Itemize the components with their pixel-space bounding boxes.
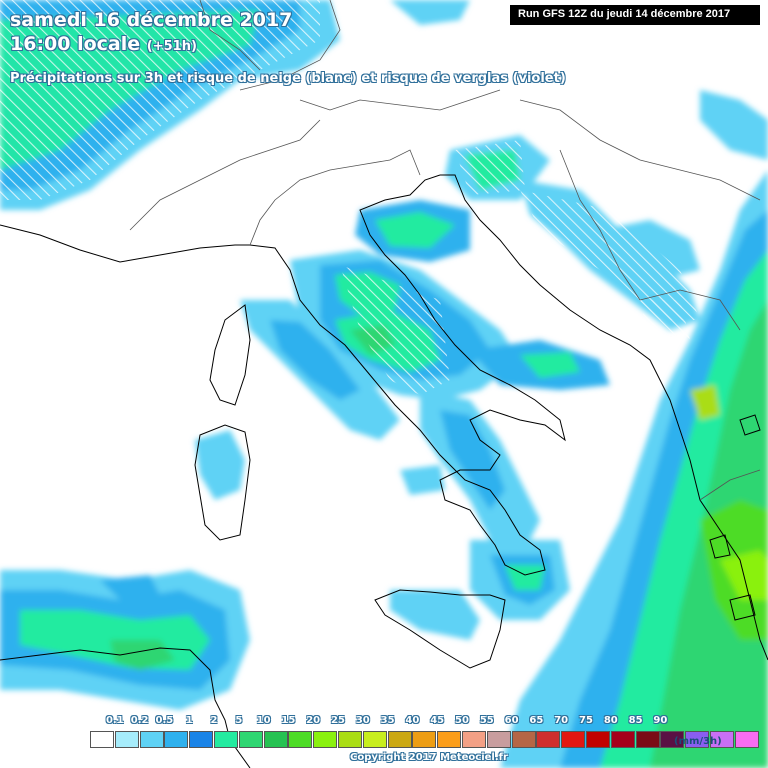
legend-tick-label: 30 bbox=[355, 715, 370, 726]
legend-swatch bbox=[189, 731, 214, 748]
legend-swatch bbox=[114, 731, 139, 748]
legend-swatch bbox=[734, 731, 759, 748]
legend-swatch bbox=[238, 731, 263, 748]
legend-swatch bbox=[288, 731, 313, 748]
coastline-corsica bbox=[209, 304, 251, 406]
legend-tick-label: 25 bbox=[331, 715, 345, 726]
legend-tick-label: 70 bbox=[554, 715, 569, 726]
legend-swatch bbox=[313, 731, 338, 748]
map-subtitle: Précipitations sur 3h et risque de neige… bbox=[10, 71, 566, 86]
legend-swatch bbox=[462, 731, 486, 748]
legend-unit: (mm/3h) bbox=[674, 736, 722, 747]
legend-tick-label: 45 bbox=[430, 715, 445, 726]
legend-tick-label: 85 bbox=[628, 715, 643, 726]
precip-area-sardinia bbox=[195, 430, 245, 500]
legend-swatch bbox=[338, 731, 362, 748]
legend-swatch bbox=[635, 731, 660, 748]
legend-swatch bbox=[586, 731, 610, 748]
legend-tick-label: 20 bbox=[306, 715, 321, 726]
forecast-offset: (+51h) bbox=[146, 39, 197, 54]
precipitation-map bbox=[0, 0, 768, 768]
forecast-time-title: 16:00 locale (+51h) bbox=[10, 33, 197, 55]
legend-tick-label: 90 bbox=[653, 715, 668, 726]
legend-swatch bbox=[561, 731, 586, 748]
precipitation-legend: 0.1 0.2 0.5 1 2 5 10 15 20 25 30 35 40 45 50 55 60 65 70 75… bbox=[90, 715, 759, 755]
legend-swatch bbox=[164, 731, 189, 748]
run-info-text: Run GFS 12Z du jeudi 14 décembre 2017 bbox=[518, 8, 731, 20]
legend-tick-label: 80 bbox=[603, 715, 618, 726]
legend-swatch bbox=[511, 731, 536, 748]
legend-tick-label: 50 bbox=[455, 715, 469, 726]
legend-swatch bbox=[610, 731, 635, 748]
legend-swatch bbox=[387, 731, 412, 748]
legend-tick-label: 2 bbox=[210, 715, 218, 726]
legend-tick-label: 1 bbox=[185, 715, 193, 726]
legend-tick-label: 55 bbox=[479, 715, 494, 726]
legend-tick-label: 40 bbox=[405, 715, 420, 726]
forecast-local-time: 16:00 locale bbox=[10, 33, 141, 55]
copyright-notice: Copyright 2017 Meteociel.fr bbox=[350, 752, 508, 763]
legend-tick-label: 65 bbox=[529, 715, 544, 726]
legend-tick-label: 15 bbox=[281, 715, 296, 726]
forecast-date-title: samedi 16 décembre 2017 bbox=[10, 9, 293, 31]
legend-swatch bbox=[362, 731, 387, 748]
weather-map-view: samedi 16 décembre 2017 16:00 locale (+5… bbox=[0, 0, 768, 768]
legend-swatch bbox=[214, 731, 238, 748]
legend-tick-label: 5 bbox=[235, 715, 243, 726]
legend-tick-label: 0.1 bbox=[105, 715, 124, 726]
legend-tick-label: 0.5 bbox=[155, 715, 174, 726]
legend-tick-label: 10 bbox=[256, 715, 271, 726]
legend-swatch bbox=[437, 731, 462, 748]
legend-swatch bbox=[90, 731, 114, 748]
legend-tick-label: 60 bbox=[504, 715, 519, 726]
legend-swatch bbox=[536, 731, 561, 748]
legend-tick-label: 0.2 bbox=[130, 715, 149, 726]
legend-swatch bbox=[486, 731, 511, 748]
legend-swatch bbox=[139, 731, 164, 748]
legend-swatch bbox=[263, 731, 288, 748]
run-info-box: Run GFS 12Z du jeudi 14 décembre 2017 bbox=[510, 5, 760, 25]
legend-swatch bbox=[412, 731, 437, 748]
legend-tick-label: 75 bbox=[579, 715, 593, 726]
legend-tick-label: 35 bbox=[380, 715, 395, 726]
